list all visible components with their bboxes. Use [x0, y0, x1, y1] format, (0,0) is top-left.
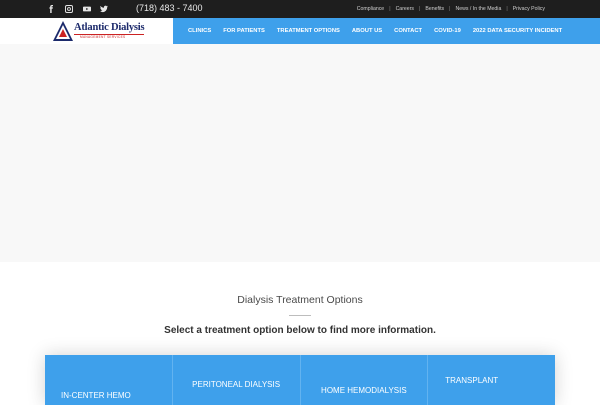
nav-treatment-options[interactable]: TREATMENT OPTIONS [271, 28, 346, 34]
option-label: PERITONEAL DIALYSIS [192, 380, 281, 389]
twitter-icon[interactable] [95, 0, 113, 18]
nav-about-us[interactable]: ABOUT US [346, 28, 388, 34]
nav-covid-19[interactable]: COVID-19 [428, 28, 467, 34]
logo-subtext: MANAGEMENT SERVICES [80, 35, 126, 39]
option-in-center-hemo[interactable]: IN-CENTER HEMO [45, 355, 173, 405]
top-link-compliance[interactable]: Compliance [352, 6, 389, 12]
instagram-icon[interactable] [60, 0, 78, 18]
top-link-benefits[interactable]: Benefits [420, 6, 449, 12]
treatment-options: IN-CENTER HEMO PERITONEAL DIALYSIS HOME … [45, 355, 555, 405]
option-transplant[interactable]: TRANSPLANT [428, 355, 555, 405]
option-home-hemodialysis[interactable]: HOME HEMODIALYSIS [301, 355, 429, 405]
hero-banner [0, 44, 600, 262]
nav-data-security-incident[interactable]: 2022 DATA SECURITY INCIDENT [467, 28, 568, 34]
section-title: Dialysis Treatment Options [237, 294, 363, 306]
youtube-icon[interactable] [78, 0, 96, 18]
option-label: HOME HEMODIALYSIS [321, 386, 407, 395]
phone-number[interactable]: (718) 483 - 7400 [136, 3, 203, 13]
logo-emblem-icon [53, 21, 73, 41]
top-link-privacy[interactable]: Privacy Policy [508, 6, 550, 12]
top-bar: (718) 483 - 7400 Compliance | Careers | Be… [0, 0, 600, 18]
top-link-news[interactable]: News / In the Media [450, 6, 506, 12]
top-links: Compliance | Careers | Benefits | News / In… [352, 0, 550, 18]
nav-clinics[interactable]: CLINICS [182, 28, 217, 34]
nav-for-patients[interactable]: FOR PATIENTS [217, 28, 271, 34]
section-subtitle: Select a treatment option below to find … [164, 325, 436, 336]
nav-contact[interactable]: CONTACT [388, 28, 428, 34]
facebook-icon[interactable] [42, 0, 60, 18]
top-link-careers[interactable]: Careers [391, 6, 419, 12]
option-peritoneal-dialysis[interactable]: PERITONEAL DIALYSIS [173, 355, 301, 405]
main-nav: CLINICS FOR PATIENTS TREATMENT OPTIONS A… [173, 18, 600, 44]
logo-text: Atlantic Dialysis [74, 22, 145, 33]
option-label: TRANSPLANT [445, 376, 499, 385]
site-logo[interactable]: Atlantic Dialysis MANAGEMENT SERVICES [50, 18, 146, 44]
option-label: IN-CENTER HEMO [61, 391, 131, 400]
section-divider [289, 315, 311, 316]
